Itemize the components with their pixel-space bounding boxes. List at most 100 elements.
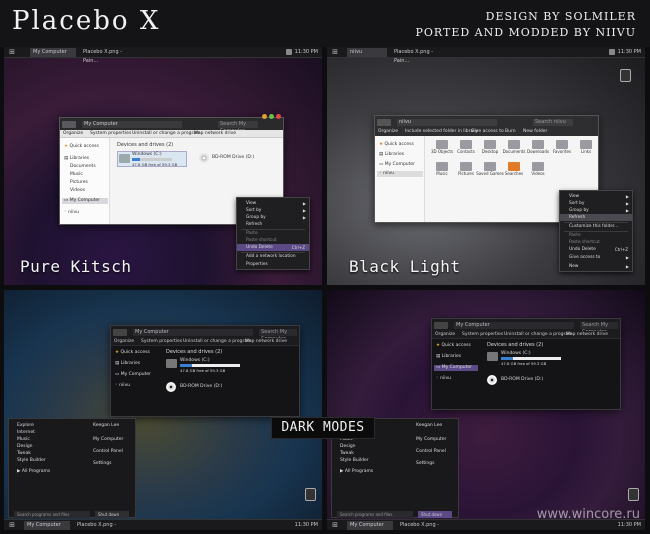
sidebar-item-niivu[interactable]: ◦ niivu xyxy=(377,171,423,177)
start-search-input[interactable]: Search programs and files xyxy=(337,511,413,518)
task-paint[interactable]: Placebo X.png - Pain... xyxy=(80,48,130,64)
folder-favorites[interactable]: Favorites xyxy=(552,140,572,158)
folder-pictures[interactable]: Pictures xyxy=(456,162,476,180)
folder-videos[interactable]: Videos xyxy=(528,162,548,180)
cmd-organize[interactable]: Organize xyxy=(435,332,455,338)
sidebar-item-niivu[interactable]: ◦ niivu xyxy=(64,210,79,216)
breadcrumb[interactable]: My Computer xyxy=(454,322,574,329)
start-item-style-builder[interactable]: Style Builder xyxy=(17,458,46,464)
start-item-user[interactable]: Keegan Lee xyxy=(93,423,119,429)
ctx-paste-shortcut[interactable]: Paste shortcut xyxy=(237,237,309,244)
task-my-computer[interactable]: My Computer xyxy=(30,48,76,57)
cmd-burn[interactable]: Burn xyxy=(505,129,516,135)
cmd-new-folder[interactable]: New folder xyxy=(523,129,547,135)
cmd-system-properties[interactable]: System properties xyxy=(462,332,503,338)
folder-music[interactable]: Music xyxy=(432,162,452,180)
shutdown-button[interactable]: Shut down xyxy=(95,511,129,518)
start-icon[interactable]: ⊞ xyxy=(330,48,340,56)
folder-3d-objects[interactable]: 3D Objects xyxy=(431,140,453,158)
start-icon[interactable]: ⊞ xyxy=(330,521,340,529)
recycle-bin-icon[interactable] xyxy=(620,69,631,82)
back-forward-icon[interactable] xyxy=(434,322,448,329)
ctx-new[interactable]: New ▶ xyxy=(560,263,632,270)
start-item-control-panel[interactable]: Control Panel xyxy=(416,449,446,455)
folder-documents[interactable]: Documents xyxy=(503,140,525,158)
recycle-bin-icon[interactable] xyxy=(628,488,639,501)
folder-saved-games[interactable]: Saved Games xyxy=(476,162,504,180)
task-paint[interactable]: Placebo X.png - Pain... xyxy=(397,521,447,530)
sidebar-item-pictures[interactable]: Pictures xyxy=(70,180,88,186)
start-item-tweak[interactable]: Tweak xyxy=(340,451,354,457)
breadcrumb[interactable]: My Computer xyxy=(133,329,253,336)
cmd-organize[interactable]: Organize xyxy=(63,131,83,137)
folder-desktop[interactable]: Desktop xyxy=(480,140,500,158)
drive-c[interactable]: Windows (C:) 47.8 GB free of 59.3 GB xyxy=(117,151,187,167)
dvd-drive-label[interactable]: BD-ROM Drive (D:) xyxy=(501,377,543,382)
ctx-paste-shortcut[interactable]: Paste shortcut xyxy=(560,239,632,246)
minimize-icon[interactable] xyxy=(262,114,267,119)
sidebar-item-quick-access[interactable]: ★ Quick access xyxy=(115,350,150,356)
start-item-all-programs[interactable]: ▶ All Programs xyxy=(340,469,373,475)
ctx-view[interactable]: View ▶ xyxy=(237,200,309,207)
search-input[interactable]: Search niivu xyxy=(533,119,573,126)
cmd-give-access[interactable]: Give access to xyxy=(471,129,504,135)
cmd-map-drive[interactable]: Map network drive xyxy=(194,131,236,137)
start-item-explore[interactable]: Explore xyxy=(17,423,34,429)
close-icon[interactable] xyxy=(276,114,281,119)
start-item-my-computer[interactable]: My Computer xyxy=(416,437,446,443)
sidebar-item-libraries[interactable]: ▤ Libraries xyxy=(436,354,461,360)
sidebar-item-libraries[interactable]: ▤ Libraries xyxy=(115,361,140,367)
start-item-all-programs[interactable]: ▶ All Programs xyxy=(17,469,50,475)
ctx-give-access[interactable]: Give access to ▶ xyxy=(560,254,632,261)
ctx-paste[interactable]: Paste xyxy=(560,232,632,239)
start-item-user[interactable]: Keegan Lee xyxy=(416,423,442,429)
recycle-bin-icon[interactable] xyxy=(305,488,316,501)
sidebar-item-videos[interactable]: Videos xyxy=(70,188,85,194)
ctx-add-network-location[interactable]: Add a network location xyxy=(237,253,309,260)
start-item-tweak[interactable]: Tweak xyxy=(17,451,31,457)
cmd-uninstall[interactable]: Uninstall or change a program xyxy=(132,131,200,137)
search-input[interactable]: Search My Computer xyxy=(218,121,258,134)
drive-c[interactable]: Windows (C:) 47.8 GB free of 59.3 GB xyxy=(487,351,567,368)
ctx-undo-delete[interactable]: Undo Delete Ctrl+Z xyxy=(560,246,632,253)
tray-icon[interactable] xyxy=(609,49,615,55)
folder-contacts[interactable]: Contacts xyxy=(456,140,476,158)
sidebar-item-my-computer[interactable]: ▭ My Computer xyxy=(62,198,108,204)
sidebar-item-quick-access[interactable]: ★ Quick access xyxy=(64,144,99,150)
back-forward-icon[interactable] xyxy=(62,121,76,128)
tray-icon[interactable] xyxy=(286,49,292,55)
task-niivu[interactable]: niivu xyxy=(347,48,387,57)
ctx-undo-delete[interactable]: Undo Delete Ctrl+Z xyxy=(237,244,309,251)
search-input[interactable]: Search My Computer xyxy=(580,322,618,335)
sidebar-item-documents[interactable]: Documents xyxy=(70,164,96,170)
start-item-music[interactable]: Music xyxy=(17,437,30,443)
sidebar-item-niivu[interactable]: ◦ niivu xyxy=(115,383,130,389)
ctx-properties[interactable]: Properties xyxy=(237,261,309,268)
start-icon[interactable]: ⊞ xyxy=(7,521,17,529)
back-forward-icon[interactable] xyxy=(113,329,127,336)
search-input[interactable]: Search My Computer xyxy=(259,329,297,342)
folder-downloads[interactable]: Downloads xyxy=(527,140,549,158)
cmd-uninstall[interactable]: Uninstall or change a program xyxy=(504,332,572,338)
start-item-design[interactable]: Design xyxy=(340,444,356,450)
maximize-icon[interactable] xyxy=(269,114,274,119)
ctx-group-by[interactable]: Group by ▶ xyxy=(237,214,309,221)
start-item-design[interactable]: Design xyxy=(17,444,33,450)
ctx-view[interactable]: View ▶ xyxy=(560,193,632,200)
cmd-map-drive[interactable]: Map network drive xyxy=(245,339,287,345)
drive-c[interactable]: Windows (C:) 47.8 GB free of 59.3 GB xyxy=(166,358,246,375)
breadcrumb[interactable]: niivu xyxy=(397,119,497,126)
task-paint[interactable]: Placebo X.png - Pain... xyxy=(391,48,441,64)
back-forward-icon[interactable] xyxy=(377,119,391,126)
dvd-drive-label[interactable]: BD-ROM Drive (D:) xyxy=(180,384,222,389)
start-item-control-panel[interactable]: Control Panel xyxy=(93,449,123,455)
ctx-group-by[interactable]: Group by ▶ xyxy=(560,207,632,214)
ctx-refresh[interactable]: Refresh xyxy=(560,214,632,221)
start-icon[interactable]: ⊞ xyxy=(7,48,17,56)
cmd-uninstall[interactable]: Uninstall or change a program xyxy=(183,339,251,345)
cmd-organize[interactable]: Organize xyxy=(378,129,398,135)
start-search-input[interactable]: Search programs and files xyxy=(14,511,90,518)
shutdown-button[interactable]: Shut down xyxy=(418,511,452,518)
start-item-settings[interactable]: Settings xyxy=(416,461,434,467)
task-my-computer[interactable]: My Computer xyxy=(347,521,393,530)
